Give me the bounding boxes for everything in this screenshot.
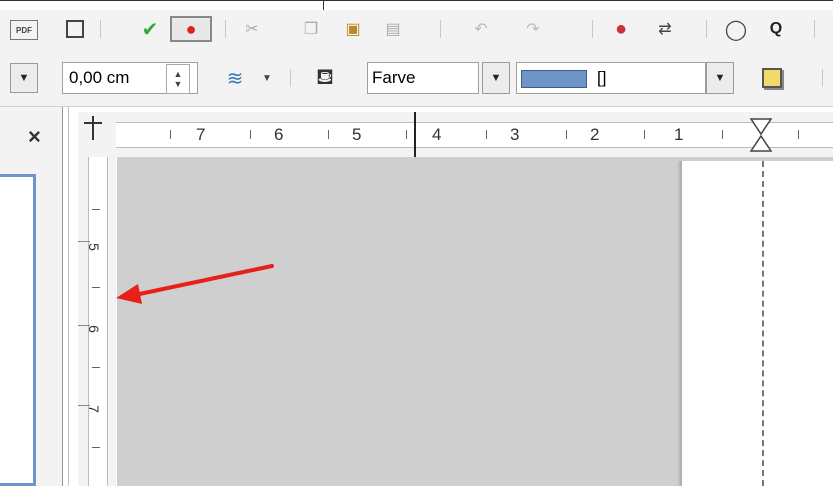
- ruler-label: 7: [85, 405, 102, 413]
- document-page[interactable]: [682, 161, 833, 486]
- toolbar-separator: [814, 20, 815, 38]
- toolbar-separator: [290, 69, 291, 87]
- shadow-square-icon: [762, 68, 782, 88]
- copy-icon[interactable]: ❐: [300, 18, 322, 40]
- ruler-label: 4: [432, 125, 442, 144]
- paste-icon[interactable]: ▣: [342, 18, 364, 40]
- ruler-tick: [722, 130, 723, 139]
- spellcheck-icon[interactable]: ✔: [140, 18, 160, 41]
- ruler-label: 2: [590, 125, 600, 144]
- spacing-value: 0,00 cm: [69, 68, 130, 87]
- find-icon[interactable]: ⇄: [650, 18, 680, 40]
- spin-arrows-icon[interactable]: ▲ ▼: [166, 64, 190, 94]
- toolbar-separator: [100, 20, 101, 38]
- line-style-dropdown-button[interactable]: ▼: [10, 63, 38, 93]
- ruler-tick: [798, 130, 799, 139]
- panel-divider: [62, 107, 63, 486]
- ruler-tick: [78, 241, 90, 242]
- autospell-toggle-icon[interactable]: ●: [170, 16, 212, 42]
- area-style-icon[interactable]: ≋: [218, 62, 252, 94]
- standard-toolbar: PDF ✔ ● ✂ ❐ ▣ ▤ ↶ ↷ ● ⇄ ◯ Q: [0, 10, 833, 50]
- ruler-tick: [78, 405, 90, 406]
- cut-icon[interactable]: ✂: [238, 20, 266, 38]
- ruler-tick: [92, 209, 100, 210]
- sidebar-content-frame: [0, 174, 36, 486]
- export-pdf-icon[interactable]: PDF: [10, 20, 38, 40]
- vertical-ruler-track: [88, 157, 108, 486]
- ruler-tick: [92, 367, 100, 368]
- fill-type-dropdown-button[interactable]: ▼: [482, 62, 510, 94]
- ruler-tick: [644, 130, 645, 139]
- fill-color-dropdown-button[interactable]: ▼: [706, 62, 734, 94]
- toolbar-separator: [592, 20, 593, 38]
- vertical-ruler[interactable]: 5 6 7: [78, 157, 116, 486]
- line-fill-toolbar: ▼ 0,00 cm ▲ ▼ ≋ ▼ ⛾ Farve ▼ [] ▼: [0, 50, 833, 107]
- ruler-label: 7: [196, 125, 206, 144]
- text-boundary-guide: [762, 161, 764, 486]
- toolbar-separator: [225, 20, 226, 38]
- horizontal-ruler[interactable]: 7 6 5 4 3 2 1: [78, 112, 833, 160]
- ruler-label: 5: [85, 243, 102, 251]
- ruler-tick: [170, 130, 171, 139]
- autospell-mark-icon: ●: [185, 18, 197, 39]
- ruler-label: 1: [674, 125, 684, 144]
- indent-marker-icon[interactable]: [749, 118, 773, 152]
- navigator-icon[interactable]: ◯: [724, 18, 748, 41]
- fill-color-select[interactable]: []: [516, 62, 706, 94]
- ruler-tick: [78, 325, 90, 326]
- redo-icon[interactable]: ↷: [522, 18, 544, 40]
- ruler-tick: [92, 447, 100, 448]
- paint-bucket-icon[interactable]: ⛾: [308, 62, 342, 94]
- window-top-edge: [0, 0, 833, 10]
- ruler-tick: [486, 130, 487, 139]
- undo-icon[interactable]: ↶: [470, 18, 492, 40]
- ruler-tick: [566, 130, 567, 139]
- cursor-position-line: [414, 112, 416, 160]
- chevron-down-icon: ▼: [18, 72, 30, 84]
- ruler-track: [116, 122, 833, 148]
- area-style-dropdown-icon[interactable]: ▼: [260, 66, 274, 90]
- ruler-tick: [406, 130, 407, 139]
- toolbar-separator: [822, 69, 823, 87]
- toolbar-separator: [706, 20, 707, 38]
- ruler-tick: [92, 287, 100, 288]
- annotation-arrow-icon: [116, 264, 274, 304]
- ruler-tick: [250, 130, 251, 139]
- toolbar-separator: [440, 20, 441, 38]
- ruler-label: 5: [352, 125, 362, 144]
- shadow-icon[interactable]: [758, 64, 786, 92]
- print-icon[interactable]: [66, 20, 84, 38]
- ruler-label: 3: [510, 125, 520, 144]
- zoom-icon[interactable]: Q: [762, 18, 790, 40]
- close-icon[interactable]: ×: [28, 124, 41, 150]
- chevron-down-icon: ▼: [714, 72, 726, 84]
- color-swatch: [521, 70, 587, 88]
- ruler-tick: [328, 130, 329, 139]
- fill-color-value: []: [597, 68, 607, 87]
- fill-type-select[interactable]: Farve: [367, 62, 479, 94]
- chevron-down-icon: ▼: [490, 72, 502, 84]
- hyperlink-icon[interactable]: ●: [610, 18, 632, 40]
- ruler-label: 6: [274, 125, 284, 144]
- ruler-label: 6: [85, 325, 102, 333]
- clone-formatting-icon[interactable]: ▤: [382, 18, 404, 40]
- panel-divider: [68, 107, 69, 486]
- fill-type-value: Farve: [372, 68, 416, 87]
- page-shadow: [677, 161, 682, 486]
- ruler-origin-icon: [84, 116, 102, 140]
